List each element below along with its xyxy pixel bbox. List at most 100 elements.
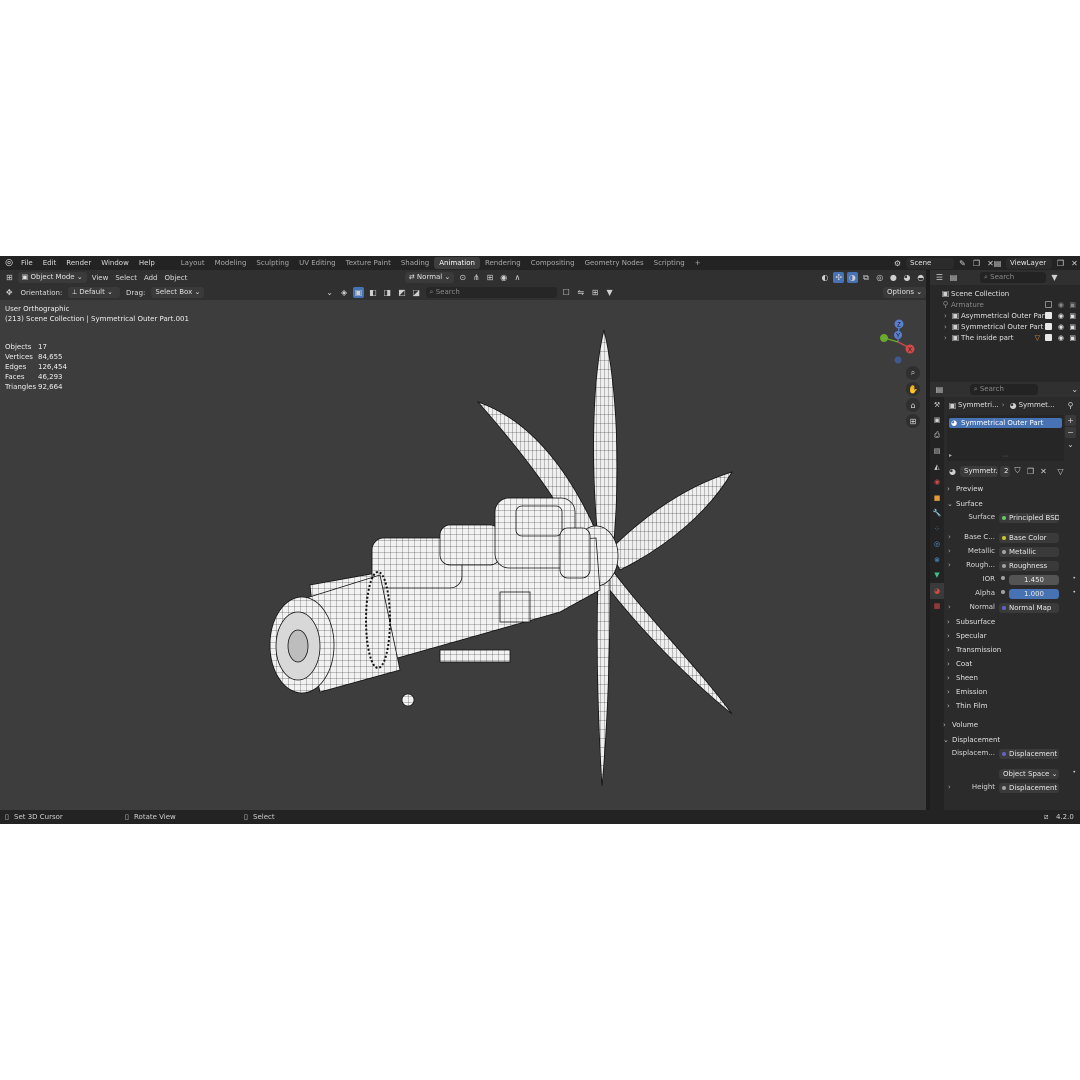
subsection-emission[interactable]: › Emission: [947, 685, 1080, 699]
user-count[interactable]: 2: [1000, 465, 1010, 477]
displacement-space-dropdown[interactable]: Object Space ⌄: [999, 769, 1059, 779]
tree-item-armature[interactable]: ⚲ Armature ◉ ▣: [930, 299, 1080, 310]
blender-logo-icon[interactable]: ◎: [2, 258, 16, 268]
camera-icon[interactable]: ▣: [1069, 323, 1076, 331]
chevron-right-icon[interactable]: ›: [948, 783, 951, 791]
camera-icon[interactable]: ▣: [1069, 301, 1076, 309]
subsection-specular[interactable]: › Specular: [947, 629, 1080, 643]
new-view-layer-icon[interactable]: ❐: [1055, 258, 1066, 269]
outliner-search-input[interactable]: ⌕ Search: [980, 272, 1046, 283]
texture-tab-icon[interactable]: ▦: [930, 599, 944, 615]
camera-view-icon[interactable]: ⌂: [906, 398, 920, 412]
alpha-number-field[interactable]: 1.000: [1009, 589, 1059, 599]
zoom-icon[interactable]: ⌕: [906, 366, 920, 380]
filter-icon[interactable]: ▼: [1049, 272, 1060, 283]
toggle-ortho-icon[interactable]: ⊞: [906, 414, 920, 428]
displacement-panel-header[interactable]: ⌄ Displacement: [939, 733, 1080, 747]
ior-number-field[interactable]: 1.450: [1009, 575, 1059, 585]
modifier-tab-icon[interactable]: 🔧: [930, 506, 944, 522]
tab-compositing[interactable]: Compositing: [526, 257, 580, 269]
options-icon[interactable]: ⌄: [1069, 384, 1080, 395]
eye-icon[interactable]: ◉: [1058, 312, 1064, 320]
metallic-field[interactable]: Metallic: [999, 547, 1059, 557]
exclude-checkbox[interactable]: [1045, 312, 1052, 319]
tree-item-asymmetrical-outer-part[interactable]: › ▣ Asymmetrical Outer Part ◉ ▣: [930, 310, 1080, 321]
chevron-right-icon[interactable]: ›: [948, 547, 951, 555]
tab-layout[interactable]: Layout: [176, 257, 210, 269]
editor-type-icon[interactable]: ▤: [934, 384, 945, 395]
add-workspace-button[interactable]: +: [690, 257, 706, 269]
menu-file[interactable]: File: [16, 259, 38, 267]
fake-user-icon[interactable]: ⛉: [1012, 466, 1023, 477]
material-slot-list[interactable]: ◕ Symmetrical Outer Part ▸ ⋯: [947, 415, 1064, 461]
display-mode-icon[interactable]: ▤: [948, 272, 959, 283]
duplicate-material-icon[interactable]: ❐: [1025, 466, 1036, 477]
height-field[interactable]: Displacement: [999, 783, 1059, 793]
subsection-sheen[interactable]: › Sheen: [947, 671, 1080, 685]
tree-item-symmetrical-outer-part[interactable]: › ▣ Symmetrical Outer Part ◉ ▣: [930, 321, 1080, 332]
menu-window[interactable]: Window: [96, 259, 134, 267]
subsection-coat[interactable]: › Coat: [947, 657, 1080, 671]
tab-geometry-nodes[interactable]: Geometry Nodes: [580, 257, 649, 269]
chevron-right-icon[interactable]: ›: [948, 561, 951, 569]
volume-panel-header[interactable]: › Volume: [939, 718, 1080, 732]
scene-tab-icon[interactable]: ◭: [930, 459, 944, 475]
chevron-right-icon[interactable]: ›: [948, 533, 951, 541]
view-layer-icon[interactable]: ▤: [992, 258, 1003, 269]
menu-render[interactable]: Render: [61, 259, 96, 267]
constraints-tab-icon[interactable]: ⊗: [930, 552, 944, 568]
world-tab-icon[interactable]: ◉: [930, 475, 944, 491]
view-layer-tab-icon[interactable]: ▤: [930, 444, 944, 460]
remove-slot-button[interactable]: −: [1065, 427, 1076, 438]
camera-icon[interactable]: ▣: [1069, 312, 1076, 320]
editor-type-icon[interactable]: ☰: [934, 272, 945, 283]
tab-modeling[interactable]: Modeling: [210, 257, 252, 269]
tab-shading[interactable]: Shading: [396, 257, 434, 269]
roughness-field[interactable]: Roughness: [999, 561, 1059, 571]
slot-menu-icon[interactable]: ⌄: [1065, 439, 1076, 450]
data-tab-icon[interactable]: ▼: [930, 568, 944, 584]
delete-view-layer-icon[interactable]: ✕: [1069, 258, 1080, 269]
tab-animation[interactable]: Animation: [434, 257, 480, 269]
surface-shader-field[interactable]: Principled BSDF: [999, 513, 1059, 523]
keyframe-icon[interactable]: •: [1072, 575, 1076, 582]
keyframe-icon[interactable]: •: [1072, 589, 1076, 596]
pan-hand-icon[interactable]: ✋: [906, 382, 920, 396]
pin-icon[interactable]: ✎: [957, 258, 968, 269]
exclude-checkbox[interactable]: [1045, 334, 1052, 341]
socket-icon[interactable]: [1001, 576, 1005, 580]
output-tab-icon[interactable]: ⎙: [930, 428, 944, 444]
subsection-thin-film[interactable]: › Thin Film: [947, 699, 1080, 713]
unlink-material-icon[interactable]: ✕: [1038, 466, 1049, 477]
navigation-gizmo[interactable]: Z Y X: [874, 318, 918, 366]
physics-tab-icon[interactable]: ◎: [930, 537, 944, 553]
material-tab-icon[interactable]: ◕: [930, 583, 944, 599]
exclude-checkbox[interactable]: [1045, 301, 1052, 308]
menu-edit[interactable]: Edit: [38, 259, 62, 267]
3d-viewport[interactable]: ⊞ ▣ Object Mode ⌄ View Select Add Object…: [0, 270, 927, 810]
material-slot-item[interactable]: ◕ Symmetrical Outer Part: [949, 418, 1062, 428]
tab-uv-editing[interactable]: UV Editing: [294, 257, 341, 269]
object-tab-icon[interactable]: ■: [930, 490, 944, 506]
render-tab-icon[interactable]: ▣: [930, 413, 944, 429]
browse-material-icon[interactable]: ◕: [947, 466, 958, 477]
properties-search-input[interactable]: ⌕ Search: [969, 384, 1039, 395]
eye-icon[interactable]: ◉: [1058, 301, 1064, 309]
eye-icon[interactable]: ◉: [1058, 334, 1064, 342]
preview-panel-header[interactable]: › Preview: [947, 482, 1080, 496]
new-scene-icon[interactable]: ❐: [971, 258, 982, 269]
material-name-field[interactable]: Symmetr...: [960, 465, 998, 477]
camera-icon[interactable]: ▣: [1069, 334, 1076, 342]
tab-rendering[interactable]: Rendering: [480, 257, 526, 269]
exclude-checkbox[interactable]: [1045, 323, 1052, 330]
expand-icon[interactable]: ▸: [949, 452, 952, 459]
tree-item-the-inside-part[interactable]: › ▣ The inside part ▽ ◉ ▣: [930, 332, 1080, 343]
subsection-transmission[interactable]: › Transmission: [947, 643, 1080, 657]
scene-icon[interactable]: ⚙: [892, 258, 903, 269]
resize-handle-icon[interactable]: ⋯: [1002, 453, 1008, 460]
eye-icon[interactable]: ◉: [1058, 323, 1064, 331]
socket-icon[interactable]: [1001, 590, 1005, 594]
view-layer-field[interactable]: ViewLayer: [1006, 257, 1052, 269]
particles-tab-icon[interactable]: ⁘: [930, 521, 944, 537]
menu-help[interactable]: Help: [134, 259, 160, 267]
